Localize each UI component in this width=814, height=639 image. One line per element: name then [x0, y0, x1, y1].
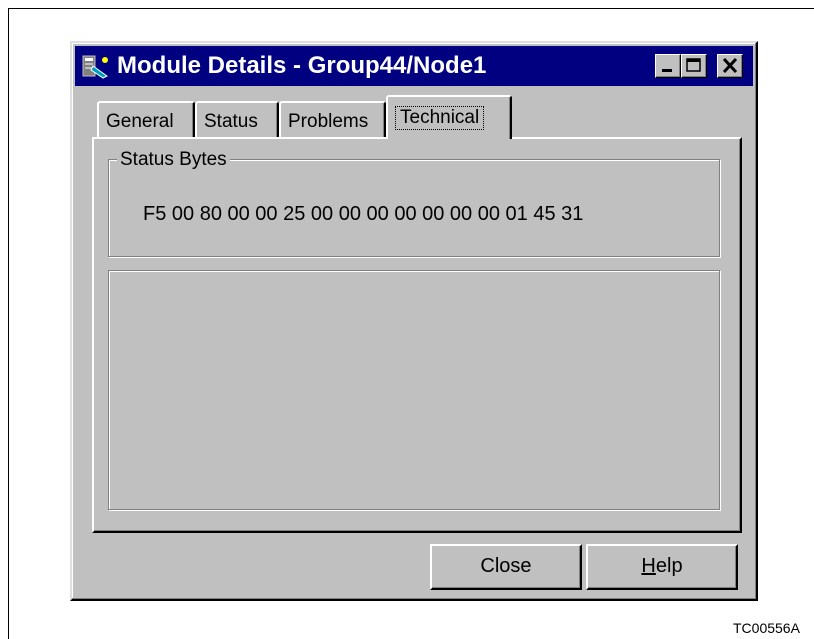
tab-label: Problems: [288, 111, 369, 132]
status-bytes-label: Status Bytes: [117, 149, 230, 171]
tab-general[interactable]: General: [97, 101, 195, 137]
details-area: [108, 270, 720, 510]
close-button[interactable]: Close: [430, 544, 582, 590]
tab-label: General: [106, 111, 174, 132]
help-mnemonic: H: [641, 555, 656, 577]
figure-label: TC00556A: [733, 620, 800, 636]
module-icon: [81, 52, 111, 80]
minimize-icon: [662, 69, 672, 72]
tab-label: Technical: [395, 106, 485, 130]
tab-status[interactable]: Status: [195, 101, 279, 137]
close-button-label: Close: [480, 555, 532, 577]
close-icon: [722, 57, 738, 74]
status-bytes-group: Status Bytes F5 00 80 00 00 25 00 00 00 …: [108, 149, 720, 257]
tab-problems[interactable]: Problems: [279, 101, 386, 137]
module-details-window: Module Details - Group44/Node1 General S…: [70, 41, 758, 601]
tab-label: Status: [204, 111, 258, 132]
tab-technical[interactable]: Technical: [386, 95, 512, 139]
maximize-icon: [686, 58, 701, 72]
window-title: Module Details - Group44/Node1: [117, 52, 487, 79]
help-button-label: elp: [655, 555, 683, 577]
help-button[interactable]: Help: [586, 544, 738, 590]
close-window-button[interactable]: [717, 54, 743, 78]
status-bytes-value: F5 00 80 00 00 25 00 00 00 00 00 00 00 0…: [143, 203, 584, 225]
minimize-button[interactable]: [655, 54, 681, 78]
title-bar[interactable]: Module Details - Group44/Node1: [75, 46, 753, 86]
maximize-button[interactable]: [681, 54, 707, 78]
technical-tab-panel: Status Bytes F5 00 80 00 00 25 00 00 00 …: [92, 137, 742, 533]
